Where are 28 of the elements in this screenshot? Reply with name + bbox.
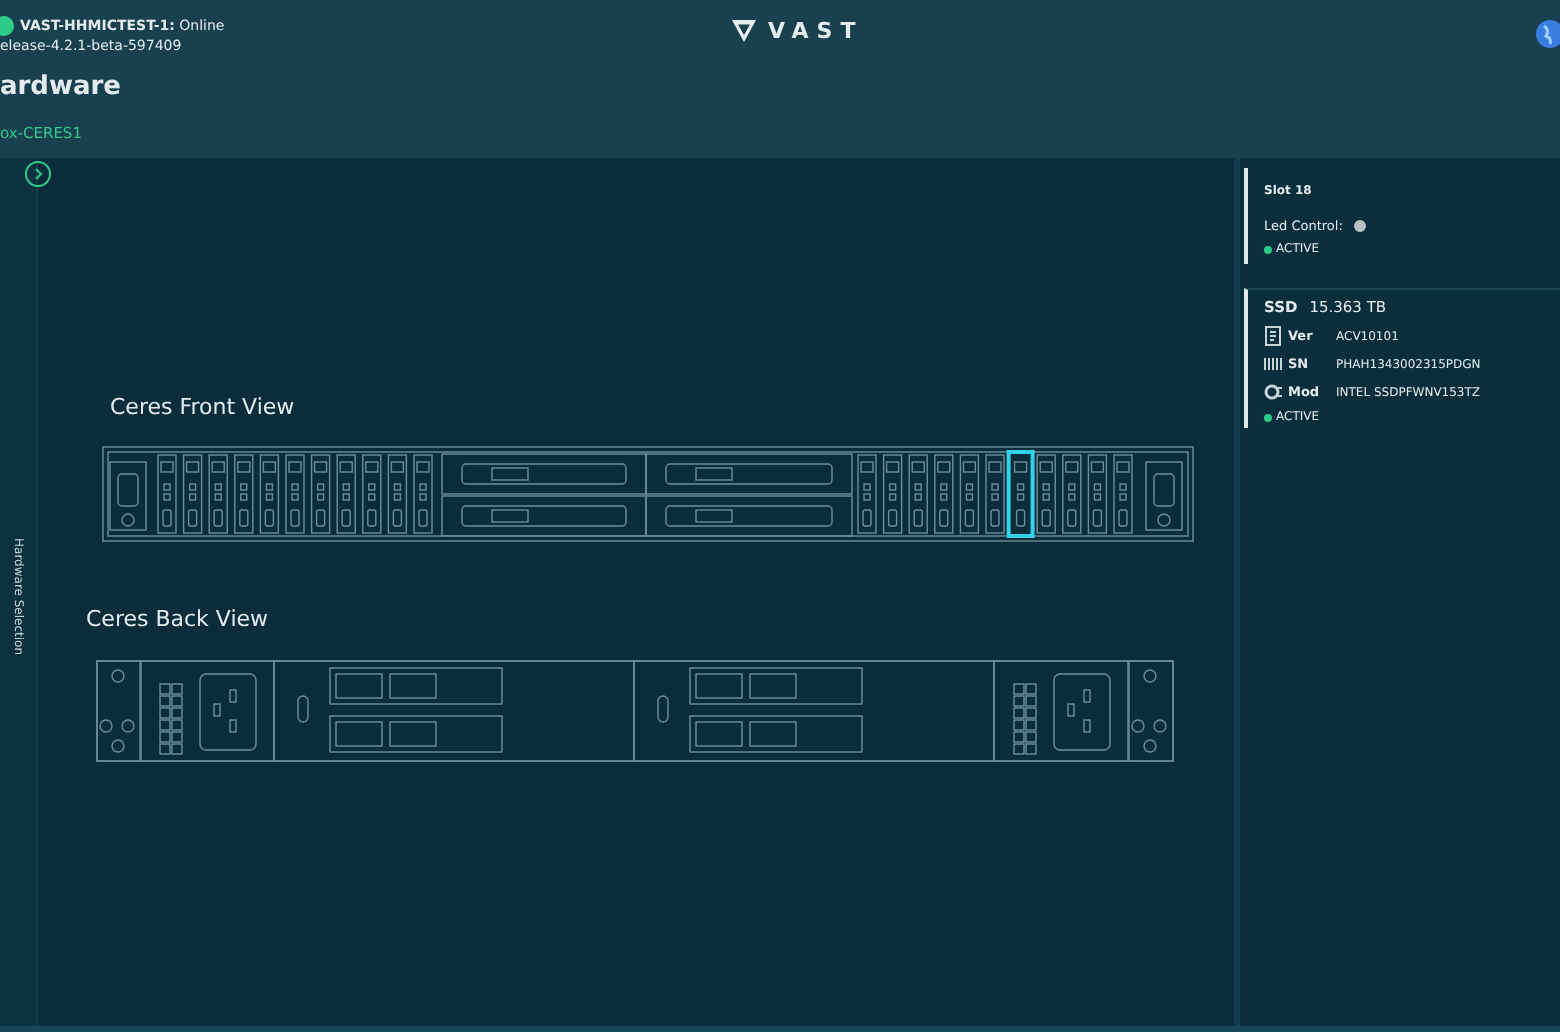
barcode-icon: [1264, 354, 1284, 374]
logo-text: VAST: [768, 18, 864, 44]
drive-slot[interactable]: [234, 454, 254, 534]
drive-slot[interactable]: [208, 454, 228, 534]
drive-slot[interactable]: [934, 454, 954, 534]
drive-slot[interactable]: [336, 454, 356, 534]
globe-avatar-icon[interactable]: [1536, 20, 1560, 48]
drive-slot[interactable]: [908, 454, 928, 534]
logo-icon: [732, 20, 756, 42]
back-view-title: Ceres Back View: [86, 606, 271, 632]
drive-slot[interactable]: [387, 454, 408, 534]
status-icon: [0, 16, 14, 36]
drive-slot[interactable]: [1087, 454, 1108, 534]
drive-slot[interactable]: [959, 454, 980, 534]
drive-slot[interactable]: [182, 454, 203, 534]
file-icon: [1264, 326, 1284, 346]
drive-slot[interactable]: [1006, 450, 1035, 538]
page-title: ardware: [0, 72, 123, 102]
front-view-title: Ceres Front View: [110, 394, 297, 420]
expand-button[interactable]: [24, 160, 52, 188]
led-control-toggle[interactable]: [1354, 220, 1367, 232]
drive-slot[interactable]: [1036, 454, 1056, 534]
drive-slot[interactable]: [882, 454, 903, 534]
drive-slot[interactable]: [259, 454, 280, 534]
drive-slot[interactable]: [362, 454, 382, 534]
gear-icon: [1264, 382, 1284, 402]
drive-slot[interactable]: [1062, 454, 1082, 534]
drive-slot[interactable]: [310, 454, 331, 534]
